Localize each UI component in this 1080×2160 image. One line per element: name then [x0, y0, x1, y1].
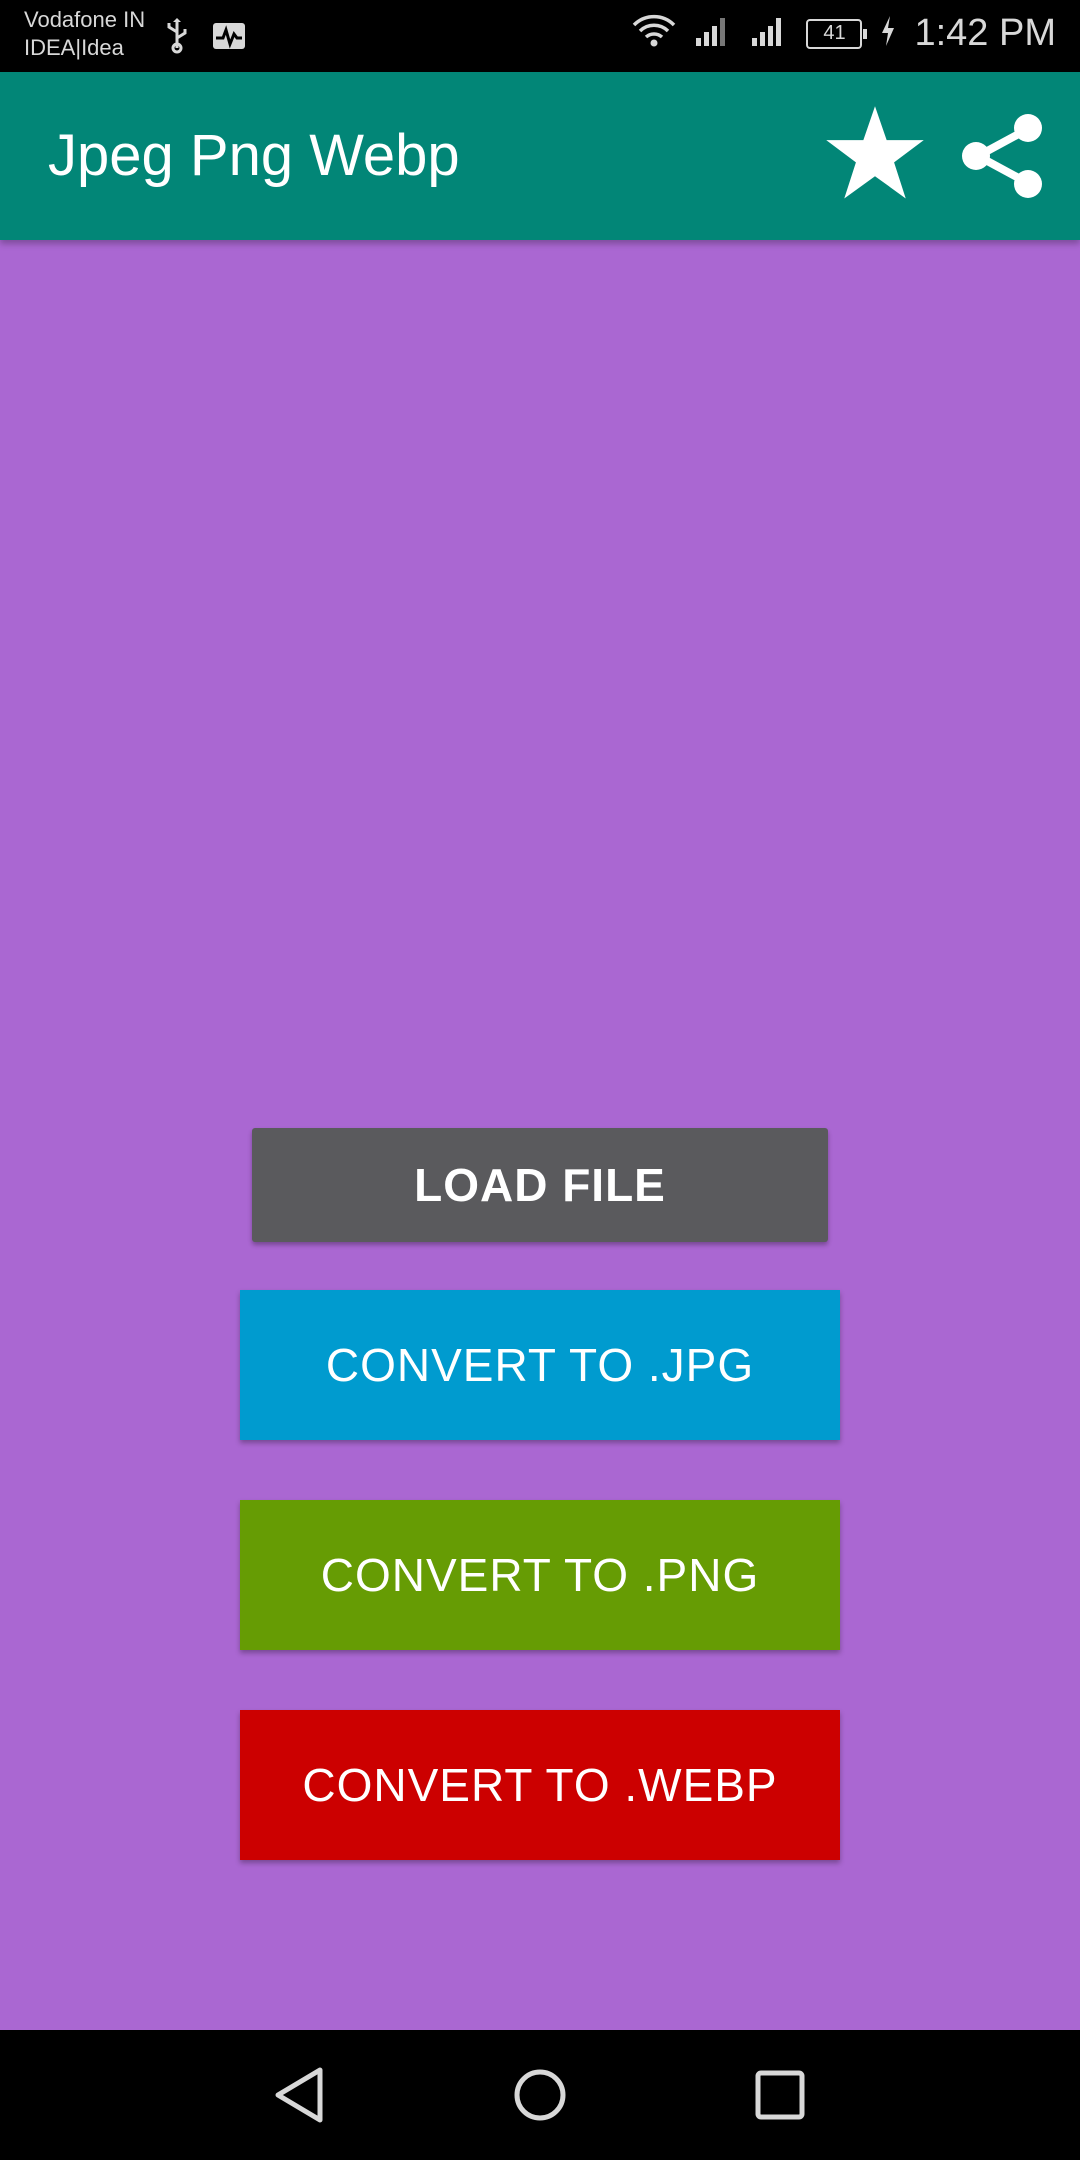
convert-png-button[interactable]: CONVERT TO .PNG	[240, 1500, 840, 1650]
share-icon	[956, 114, 1048, 206]
status-bar: Vodafone IN IDEA|Idea 41 1:42 PM	[0, 0, 1080, 72]
load-file-button[interactable]: LOAD FILE	[252, 1128, 828, 1242]
recents-icon	[745, 2070, 815, 2134]
carrier-name-1: Vodafone IN	[24, 7, 146, 32]
clock: 1:42 PM	[914, 12, 1056, 54]
home-button[interactable]	[505, 2060, 575, 2130]
convert-webp-button[interactable]: CONVERT TO .WEBP	[240, 1710, 840, 1860]
navigation-bar	[0, 2030, 1080, 2160]
recents-button[interactable]	[745, 2060, 815, 2130]
share-button[interactable]	[956, 110, 1048, 202]
app-bar: Jpeg Png Webp	[0, 72, 1080, 240]
signal-icon	[750, 14, 788, 53]
carrier-info: Vodafone IN IDEA|Idea	[24, 6, 145, 62]
app-title: Jpeg Png Webp	[48, 123, 460, 188]
wifi-icon	[632, 13, 676, 54]
battery-level: 41	[823, 22, 846, 44]
activity-icon	[212, 22, 246, 55]
charging-icon	[880, 15, 896, 52]
carrier-name-2: IDEA|Idea	[24, 35, 124, 60]
battery-icon: 41	[806, 18, 868, 49]
home-icon	[505, 2069, 575, 2134]
back-button[interactable]	[264, 2060, 334, 2130]
signal-icon	[694, 14, 732, 53]
back-icon	[264, 2067, 334, 2134]
convert-jpg-button[interactable]: CONVERT TO .JPG	[240, 1290, 840, 1440]
main-content: LOAD FILE CONVERT TO .JPG CONVERT TO .PN…	[0, 240, 1080, 2030]
usb-icon	[164, 18, 190, 59]
rate-button[interactable]	[822, 102, 928, 208]
star-icon	[822, 106, 928, 212]
